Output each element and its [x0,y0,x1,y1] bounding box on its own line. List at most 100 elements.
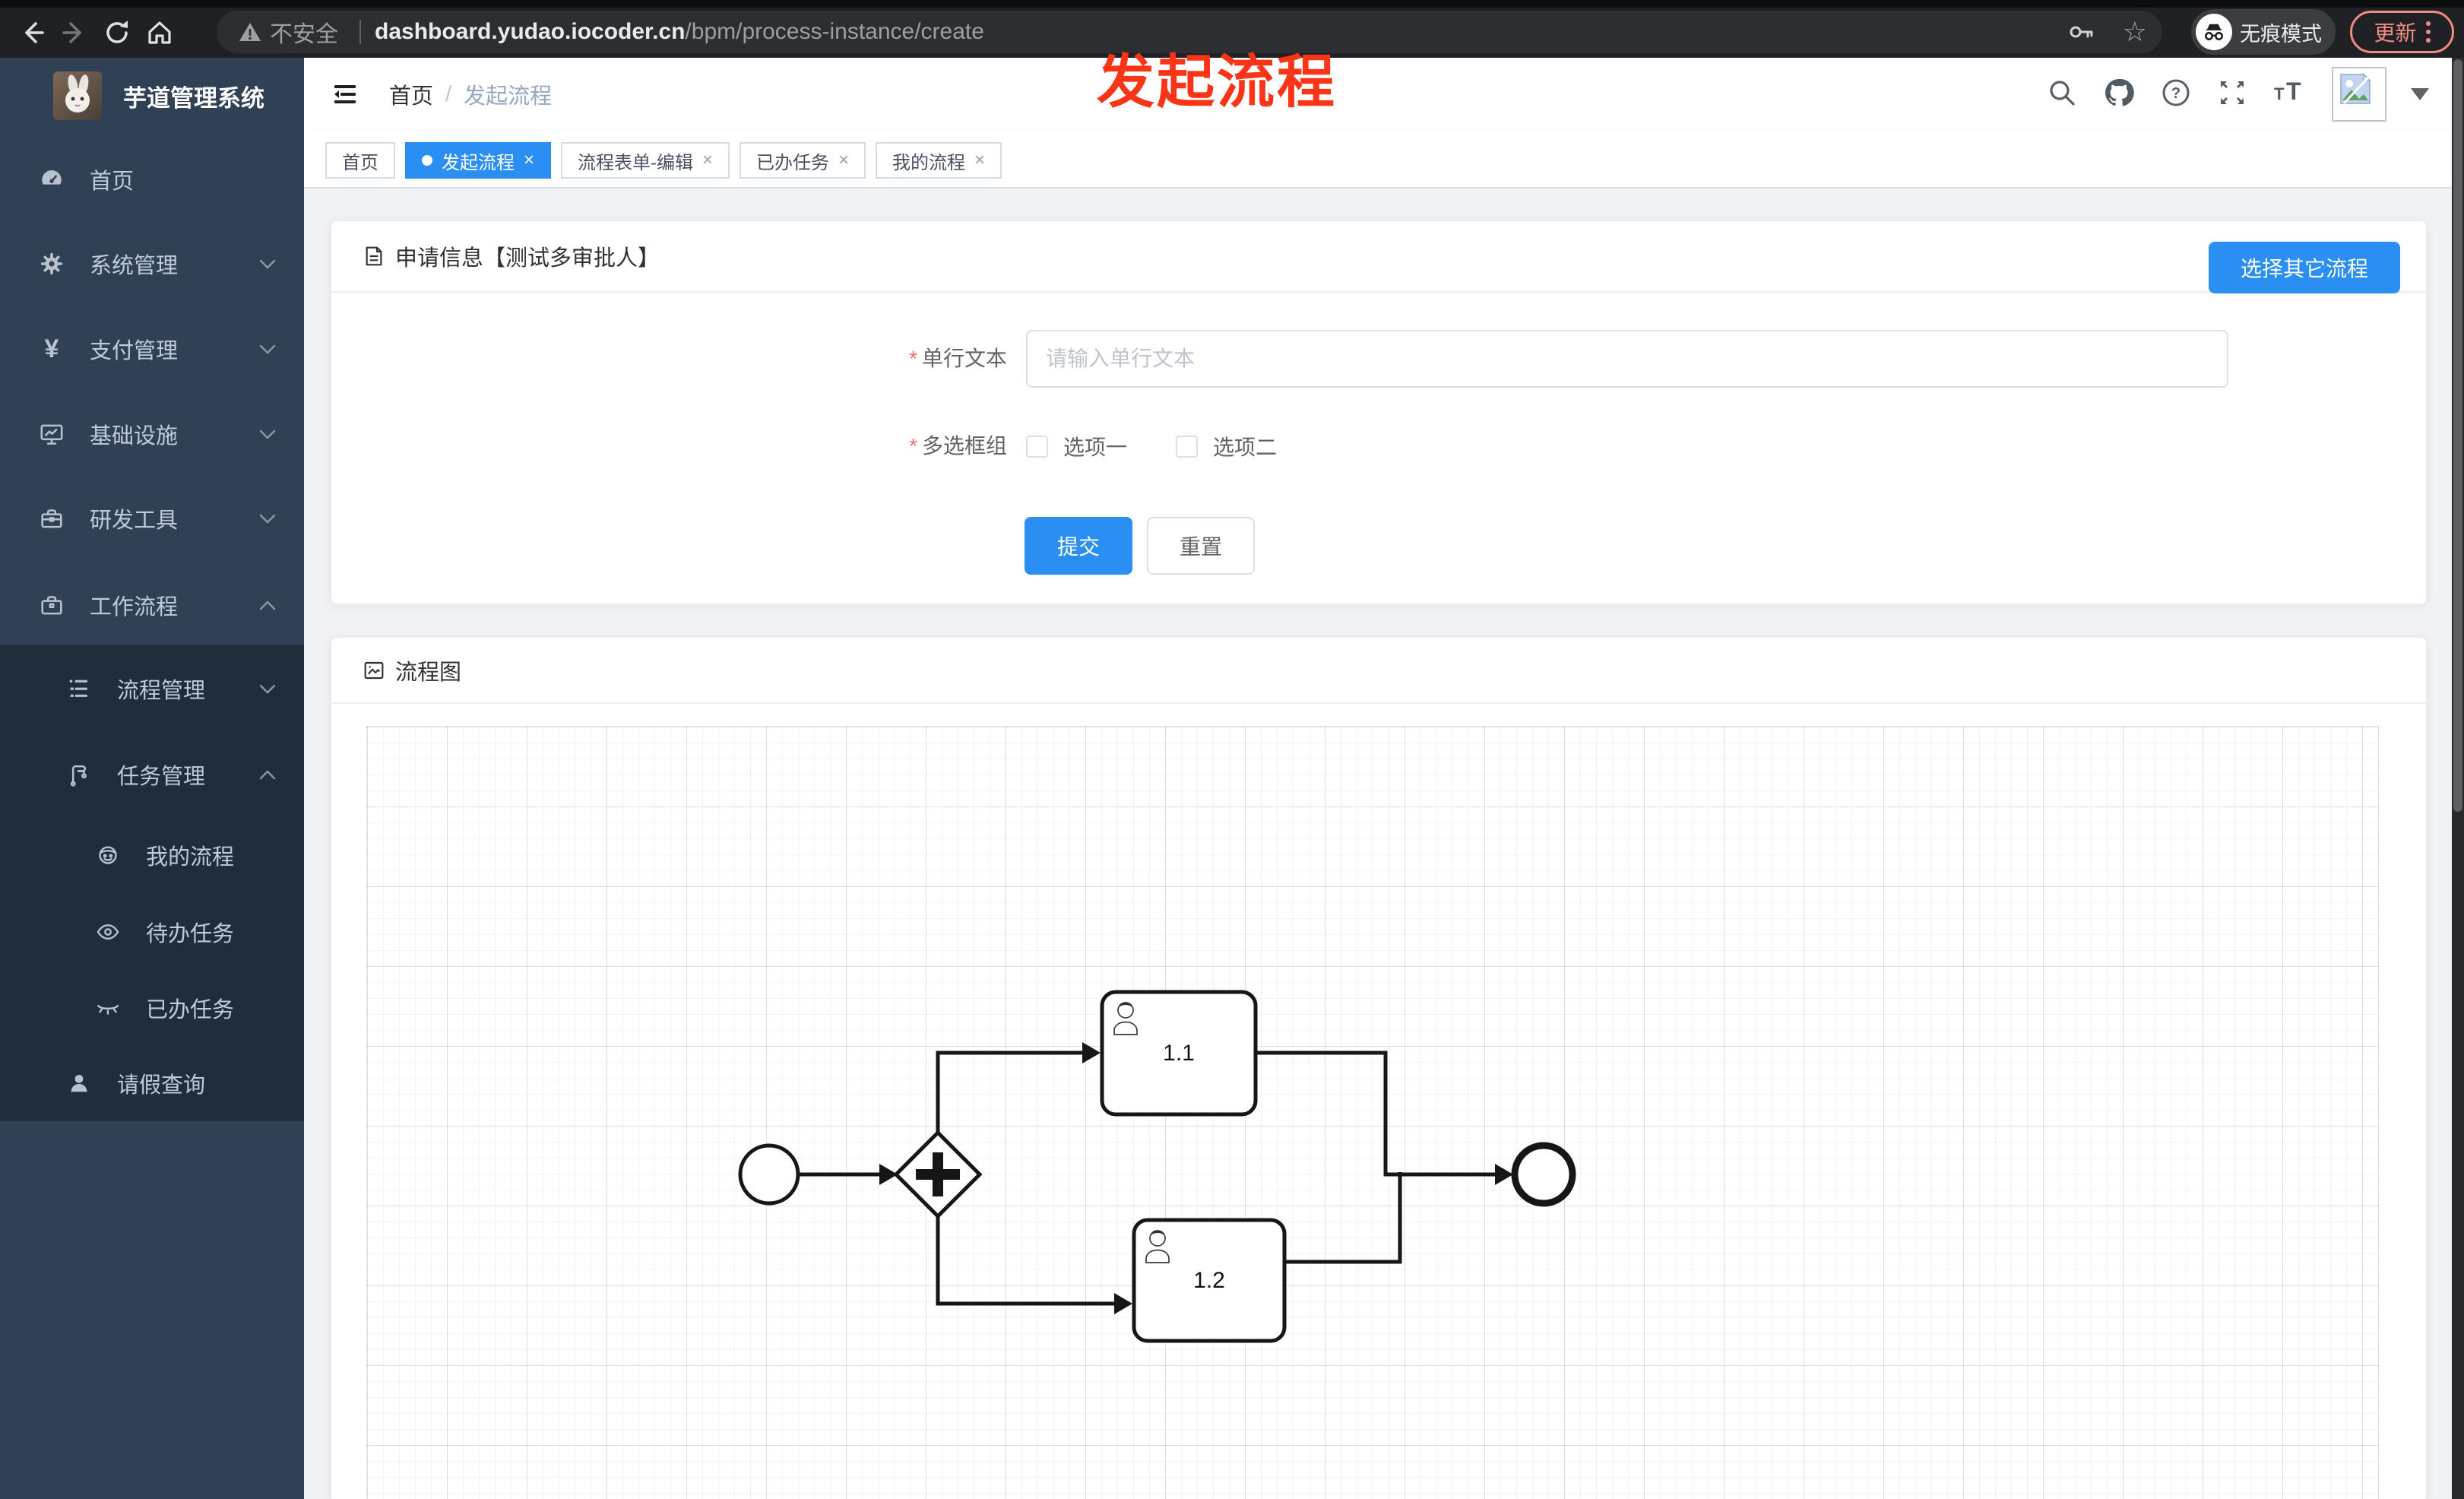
single-line-text-input[interactable] [1026,330,2228,388]
required-mark: * [909,434,917,458]
fullscreen-icon[interactable] [2216,77,2248,113]
bpmn-parallel-gateway[interactable] [893,1130,983,1219]
password-key-icon[interactable] [2067,17,2095,46]
app-title: 芋道管理系统 [123,84,264,112]
sidebar-item-workflow[interactable]: 工作流程 [0,563,304,648]
tab-start-process[interactable]: 发起流程 × [405,142,552,179]
sidebar-item-leave-query[interactable]: 请假查询 [0,1041,304,1126]
dashboard-icon [36,164,67,195]
sidebar-item-home[interactable]: 首页 [0,137,304,222]
annotation-text: 发起流程 [1097,50,1337,115]
page-scrollbar[interactable] [2452,58,2464,1499]
sidebar: 芋道管理系统 首页 系统管理 ¥ 支付管理 基础设施 研发工具 工作流程 流程管… [0,58,304,1499]
main-area: 首页 / 发起流程 ? TT 首页 发起流程 × 流程表单-编辑 × 已办任务 … [304,58,2452,1499]
flow-flag-icon [64,759,94,790]
bpmn-user-task-1-1[interactable]: 1.1 [1100,990,1258,1117]
sidebar-item-dev-tools[interactable]: 研发工具 [0,476,304,561]
close-icon[interactable]: × [702,151,713,170]
choose-other-process-button[interactable]: 选择其它流程 [2209,242,2400,293]
tab-my-process[interactable]: 我的流程 × [876,142,1002,179]
checkbox-icon[interactable] [1026,435,1048,458]
required-mark: * [909,347,917,370]
url-path[interactable]: /bpm/process-instance/create [685,19,984,45]
flow-task1-to-end [1256,1051,1496,1177]
browser-menu-icon[interactable] [2425,21,2431,43]
broken-image-icon [2340,73,2371,105]
bpmn-canvas[interactable]: 1.1 1.2 [366,726,2379,1499]
breadcrumb: 首页 / 发起流程 [389,58,552,131]
process-diagram-card: 流程图 1.1 1.2 [330,636,2428,1499]
sidebar-item-my-process[interactable]: 我的流程 [0,813,304,898]
flow-task2-to-end [1284,1172,1402,1264]
image-icon [364,661,384,679]
toolbox-icon [36,503,67,534]
eye-closed-icon [93,993,123,1023]
sidebar-item-label: 支付管理 [90,339,179,363]
flow-gateway-to-task1 [936,1051,1084,1133]
sidebar-item-label: 流程管理 [117,679,206,703]
tab-home[interactable]: 首页 [325,142,395,179]
reset-button[interactable]: 重置 [1147,517,1255,575]
sidebar-item-label: 待办任务 [146,922,235,946]
close-icon[interactable]: × [838,151,849,170]
incognito-badge: 无痕模式 [2191,9,2336,55]
screen: 不安全 dashboard.yudao.iocoder.cn/bpm/proce… [0,0,2464,1499]
avatar[interactable] [2332,67,2386,122]
url-domain[interactable]: dashboard.yudao.iocoder.cn [375,19,685,45]
browser-update-button[interactable]: 更新 [2350,11,2454,53]
sidebar-item-system[interactable]: 系统管理 [0,221,304,306]
tab-done-tasks[interactable]: 已办任务 × [740,142,866,179]
hamburger-icon[interactable] [328,78,362,111]
chevron-down-icon [258,258,277,270]
sidebar-item-infrastructure[interactable]: 基础设施 [0,391,304,477]
diagram-card-title: 流程图 [395,660,462,685]
close-icon[interactable]: × [524,151,534,170]
font-size-icon[interactable]: TT [2272,77,2307,113]
browser-tab-strip [0,0,2464,8]
github-icon[interactable] [2102,76,2136,113]
avatar-dropdown-caret[interactable] [2411,88,2429,100]
not-secure-label[interactable]: 不安全 [270,15,338,49]
svg-text:T: T [2286,78,2301,105]
help-icon[interactable]: ? [2160,77,2192,113]
sidebar-item-label: 工作流程 [90,595,179,620]
search-icon[interactable] [2046,77,2078,113]
sidebar-item-todo-tasks[interactable]: 待办任务 [0,889,304,975]
browser-back-button[interactable] [11,11,53,54]
browser-home-button[interactable] [138,11,181,54]
sidebar-item-label: 研发工具 [90,509,179,533]
chevron-down-icon [258,429,277,440]
active-tab-dot [422,155,432,166]
bpmn-user-task-1-2[interactable]: 1.2 [1132,1218,1287,1343]
bpmn-end-event[interactable] [1511,1142,1576,1207]
eye-open-icon [93,917,123,947]
bookmark-star-icon[interactable]: ☆ [2123,18,2147,46]
chevron-up-icon [258,600,277,611]
submit-button[interactable]: 提交 [1025,517,1132,575]
breadcrumb-separator: / [445,81,452,106]
apply-info-card: 申请信息【测试多审批人】 选择其它流程 *单行文本 *多选框组 选项一 选项二 … [330,220,2428,605]
sidebar-item-label: 基础设施 [90,424,179,448]
sidebar-item-payment[interactable]: ¥ 支付管理 [0,306,304,391]
checkbox-option-1[interactable]: 选项一 [1026,431,1127,461]
chevron-down-icon [258,344,277,355]
tab-form-edit[interactable]: 流程表单-编辑 × [561,142,730,179]
breadcrumb-home[interactable]: 首页 [389,78,433,110]
scrollbar-thumb[interactable] [2453,59,2462,812]
page-content: 申请信息【测试多审批人】 选择其它流程 *单行文本 *多选框组 选项一 选项二 … [304,189,2452,1499]
app-logo-row: 芋道管理系统 [0,65,304,126]
checkbox-group-label: * 多选框组 [909,434,1007,458]
browser-forward-button[interactable] [53,11,96,54]
checkbox-option-2[interactable]: 选项二 [1176,431,1277,461]
close-icon[interactable]: × [974,151,985,170]
form-card-title: 申请信息【测试多审批人】 [395,246,660,271]
browser-reload-button[interactable] [96,11,138,54]
sidebar-item-done-tasks[interactable]: 已办任务 [0,965,304,1051]
text-field-label: * 单行文本 [909,347,1007,370]
checkbox-icon[interactable] [1176,435,1199,458]
incognito-icon [2196,14,2232,50]
sidebar-item-process-management[interactable]: 流程管理 [0,646,304,731]
bpmn-start-event[interactable] [738,1143,800,1206]
sidebar-item-task-management[interactable]: 任务管理 [0,732,304,817]
face-icon [93,840,123,870]
